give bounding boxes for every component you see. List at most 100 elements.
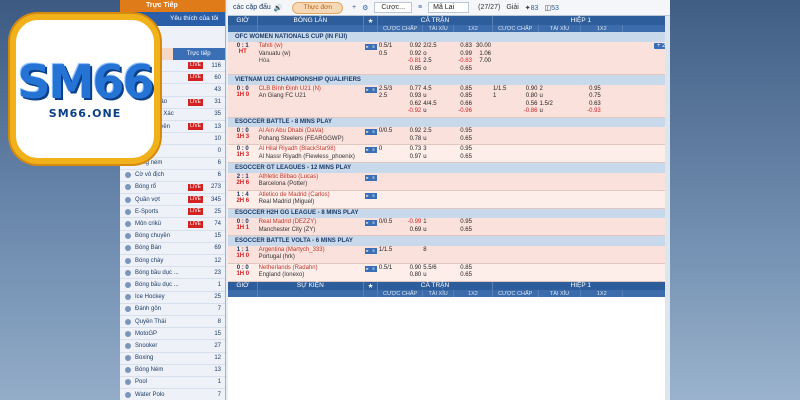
odds-value[interactable]: 0.73 (400, 146, 422, 154)
league-row[interactable]: ESOCCER H2H GG LEAGUE - 8 MINS PLAY (228, 208, 670, 218)
odds-value[interactable]: 3 (423, 146, 438, 154)
sidebar-item[interactable]: Bóng chày 12 (120, 255, 225, 268)
odds-value[interactable]: 0.75 (582, 93, 601, 101)
odds-value[interactable]: 0.85 (455, 265, 472, 273)
odds-value[interactable]: 0.66 (455, 101, 472, 109)
sidebar-item[interactable]: Bóng Ném 13 (120, 365, 225, 377)
odds-value[interactable]: 0.85 (455, 93, 472, 101)
bet-type-select[interactable]: Cược... (374, 2, 413, 13)
odds-value[interactable]: u (423, 108, 438, 116)
sidebar-item[interactable]: Bóng Bàn 69 (120, 243, 225, 255)
odds-value[interactable]: 2/2.5 (423, 43, 438, 51)
sidebar-item[interactable]: Snooker 27 (120, 340, 225, 353)
odds-value[interactable]: 0.65 (455, 66, 472, 74)
odds-value[interactable]: 0.97 (400, 154, 422, 162)
stats-icon[interactable]: s (370, 129, 377, 135)
odds-value[interactable]: 0.92 (400, 128, 422, 136)
sidebar-item[interactable]: Bóng rổ LIVE 273 (120, 182, 225, 195)
settings-icon[interactable]: ⚙ (362, 4, 368, 12)
odds-value[interactable]: u (423, 272, 438, 280)
odds-value[interactable]: -0.92 (400, 108, 422, 116)
odds-value[interactable]: 1/1.5 (379, 247, 398, 255)
odds-value[interactable]: u (423, 227, 438, 235)
stats-icon[interactable]: s (370, 265, 377, 272)
odds-value[interactable]: 0.92 (400, 43, 422, 51)
odds-value[interactable]: 2.5 (379, 93, 398, 101)
odds-value[interactable]: -0.86 (514, 108, 538, 116)
odds-value[interactable]: 0.69 (400, 227, 422, 235)
stats-icon[interactable]: s (370, 192, 377, 199)
league-row[interactable]: VIETNAM U21 CHAMPIONSHIP QUALIFIERS (228, 74, 670, 85)
scrollbar[interactable] (665, 16, 670, 400)
odds-value[interactable]: 0.78 (400, 136, 422, 144)
odds-value[interactable]: 4/4.5 (423, 101, 438, 109)
odds-value[interactable]: 0.65 (455, 154, 472, 162)
odds-value[interactable]: 8 (423, 247, 438, 255)
odds-value[interactable]: 2 (539, 86, 556, 94)
odds-value[interactable]: 4.5 (423, 86, 438, 94)
odds-value[interactable]: 0.63 (582, 101, 601, 109)
sidebar-item[interactable]: Quần vợt LIVE 345 (120, 194, 225, 207)
odds-value[interactable]: 0.95 (455, 219, 472, 227)
odds-value[interactable]: 1.5/2 (539, 101, 556, 109)
odds-value[interactable]: 7.00 (474, 58, 491, 66)
stats-icon[interactable]: s (370, 86, 377, 93)
stats-icon[interactable]: s (370, 44, 377, 50)
odds-value[interactable]: 1 (423, 219, 438, 227)
odds-value[interactable]: u (423, 93, 438, 101)
tab-live[interactable]: Trực Tiếp (120, 0, 225, 12)
odds-value[interactable]: 0.83 (455, 43, 472, 51)
odds-value[interactable]: u (539, 93, 556, 101)
league-filter[interactable]: Giải (506, 4, 518, 11)
odds-value[interactable]: -0.81 (400, 58, 422, 66)
odds-value[interactable]: 2.5 (423, 128, 438, 136)
odds-value[interactable]: -0.83 (455, 58, 472, 66)
sidebar-item[interactable]: E-Sports LIVE 25 (120, 206, 225, 219)
sidebar-item[interactable]: Cờ vô địch 6 (120, 170, 225, 182)
league-row[interactable]: OFC WOMEN NATIONALS CUP (IN FIJI) (228, 32, 670, 42)
stats-icon[interactable]: s (370, 147, 377, 153)
odds-value[interactable]: 0.80 (514, 93, 538, 101)
subtab-live[interactable]: Trực tiếp (172, 48, 225, 60)
odds-value[interactable]: 0.5/1 (379, 43, 398, 51)
odds-value[interactable]: 1.06 (474, 51, 491, 59)
odds-value[interactable]: -0.96 (455, 108, 472, 116)
odds-value[interactable]: 30.00 (474, 43, 491, 51)
odds-value[interactable]: 0.95 (455, 146, 472, 154)
stats-icon[interactable]: s (370, 174, 377, 181)
odds-value[interactable]: 0 (379, 146, 398, 154)
odds-value[interactable]: 0.77 (400, 86, 422, 94)
odds-value[interactable]: o (423, 66, 438, 74)
odds-value[interactable]: 0/0.5 (379, 219, 398, 227)
odds-value[interactable]: 0.62 (400, 101, 422, 109)
odds-value[interactable]: 0.65 (455, 227, 472, 235)
odds-value[interactable]: -0.93 (582, 108, 601, 116)
odds-value[interactable]: 0.5 (379, 51, 398, 59)
odds-value[interactable]: 0.90 (400, 265, 422, 273)
odds-value[interactable]: 0.99 (455, 51, 472, 59)
odds-format-select[interactable]: Mã Lai (428, 2, 470, 13)
odds-value[interactable]: 0.93 (400, 93, 422, 101)
odds-value[interactable]: 0.65 (455, 136, 472, 144)
star-icon[interactable]: ★ (363, 16, 379, 25)
league-row[interactable]: ESOCCER GT LEAGUES - 12 MINS PLAY (228, 162, 670, 173)
odds-value[interactable]: 0.85 (455, 86, 472, 94)
menu-button[interactable]: Thực đơn (292, 1, 343, 14)
sidebar-item[interactable]: Quyền Thái 8 (120, 316, 225, 329)
odds-value[interactable]: -0.99 (400, 219, 422, 227)
odds-value[interactable]: 2.5 (423, 58, 438, 66)
odds-value[interactable]: 1/1.5 (493, 86, 512, 94)
sidebar-item[interactable]: MotoGP 15 (120, 328, 225, 341)
sidebar-item[interactable]: Boxing 12 (120, 353, 225, 365)
odds-value[interactable]: o (423, 51, 438, 59)
odds-value[interactable]: 1 (493, 93, 512, 101)
star-icon-foot[interactable]: ★ (363, 281, 379, 290)
odds-value[interactable]: u (423, 154, 438, 162)
stats-icon[interactable]: s (370, 247, 377, 254)
list-icon[interactable]: ≡ (418, 4, 422, 11)
odds-value[interactable]: 0.65 (455, 272, 472, 280)
odds-value[interactable]: 0.5/1 (379, 265, 398, 273)
add-icon[interactable]: + (352, 4, 356, 11)
odds-value[interactable]: 0.85 (400, 66, 422, 74)
odds-value[interactable]: 0/0.5 (379, 128, 398, 136)
